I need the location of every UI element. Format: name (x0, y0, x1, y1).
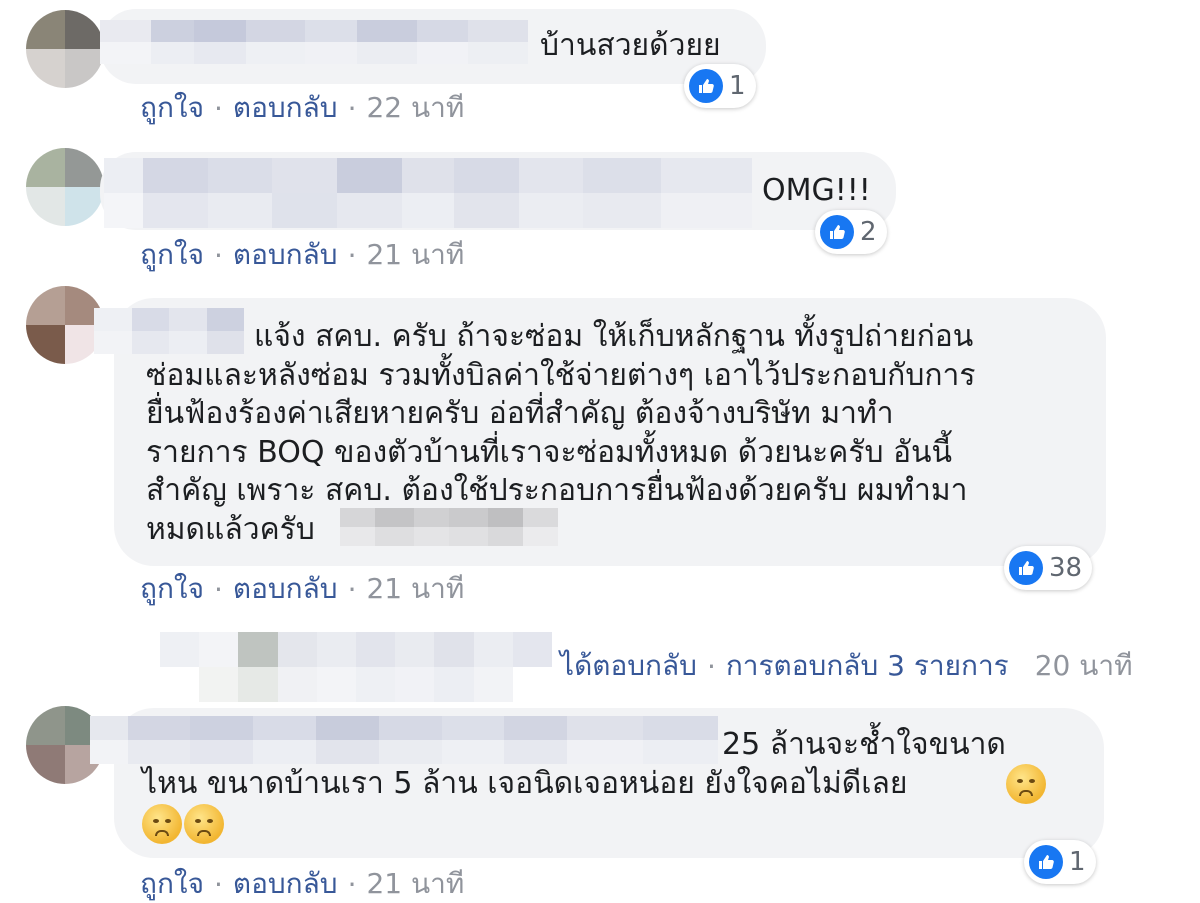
comment-text-line: ยื่นฟ้องร้องค่าเสียหายครับ อ่อที่สำคัญ ต… (146, 396, 894, 431)
worried-face-emoji (1006, 764, 1046, 804)
like-thumb-icon (1029, 845, 1063, 879)
reply-link[interactable]: ตอบกลับ (233, 567, 338, 611)
separator: · (706, 649, 716, 683)
reaction-summary[interactable]: 38 (1004, 546, 1093, 590)
timestamp[interactable]: 21 นาที (366, 233, 464, 277)
worried-face-emoji (142, 804, 182, 844)
comment-text-line: OMG!!! (762, 173, 871, 208)
like-link[interactable]: ถูกใจ (140, 862, 204, 903)
commenter-name[interactable] (104, 158, 752, 228)
like-link[interactable]: ถูกใจ (140, 86, 204, 130)
reaction-count: 2 (860, 217, 877, 247)
comment-actions: ถูกใจ · ตอบกลับ · 22 นาที (140, 86, 464, 130)
separator: · (213, 867, 223, 901)
comment-text-line: 25 ล้านจะช้ำใจขนาด (722, 727, 1006, 762)
reply-avatars[interactable] (160, 632, 552, 702)
reaction-summary[interactable]: 1 (684, 64, 756, 108)
reaction-count: 1 (1069, 847, 1086, 877)
worried-face-emoji (184, 804, 224, 844)
timestamp[interactable]: 22 นาที (366, 86, 464, 130)
avatar[interactable] (26, 10, 104, 88)
comment-text-line: ไหน ขนาดบ้านเรา 5 ล้าน เจอนิดเจอหน่อย ยั… (142, 765, 908, 801)
separator: · (347, 238, 357, 272)
comment-text: แจ้ง สคบ. ครับ ถ้าจะซ่อม ให้เก็บหลักฐาน … (146, 318, 976, 549)
reaction-summary[interactable]: 2 (815, 210, 887, 254)
comment-actions: ถูกใจ · ตอบกลับ · 21 นาที (140, 862, 464, 903)
timestamp: 20 นาที (1034, 649, 1133, 682)
comment-text-line: สำคัญ เพราะ สคบ. ต้องใช้ประกอบการยื่นฟ้อ… (146, 473, 968, 508)
comment-text-line: รายการ BOQ ของตัวบ้านที่เราจะซ่อมทั้งหมด… (146, 434, 953, 470)
reaction-count: 38 (1049, 553, 1083, 583)
reply-link[interactable]: ตอบกลับ (233, 862, 338, 903)
separator: · (213, 238, 223, 272)
commenter-name[interactable] (100, 20, 528, 64)
comment-text-line: ซ่อมและหลังซ่อม รวมทั้งบิลค่าใช้จ่ายต่าง… (146, 357, 976, 393)
comment-text: บ้านสวยด้วยย (540, 27, 721, 66)
view-replies[interactable]: ได้ตอบกลับ · การตอบกลับ 3 รายการ 20 นาที (560, 644, 1133, 688)
reply-link[interactable]: ตอบกลับ (233, 86, 338, 130)
avatar[interactable] (26, 148, 104, 226)
comment-actions: ถูกใจ · ตอบกลับ · 21 นาที (140, 567, 464, 611)
separator: · (347, 572, 357, 606)
timestamp[interactable]: 21 นาที (366, 862, 464, 903)
separator: · (213, 91, 223, 125)
like-link[interactable]: ถูกใจ (140, 567, 204, 611)
timestamp[interactable]: 21 นาที (366, 567, 464, 611)
comment-text-line: บ้านสวยด้วยย (540, 28, 721, 63)
comment-text: 25 ล้านจะช้ำใจขนาด ไหน ขนาดบ้านเรา 5 ล้า… (142, 726, 1006, 803)
comment-actions: ถูกใจ · ตอบกลับ · 21 นาที (140, 233, 464, 277)
comment-text-line: หมดแล้วครับ (146, 511, 315, 547)
reaction-count: 1 (729, 71, 746, 101)
reply-link[interactable]: ตอบกลับ (233, 233, 338, 277)
mentioned-name[interactable] (340, 508, 558, 546)
avatar[interactable] (26, 286, 104, 364)
separator: · (347, 91, 357, 125)
replied-label[interactable]: ได้ตอบกลับ (560, 644, 697, 688)
separator: · (347, 867, 357, 901)
like-thumb-icon (1009, 551, 1043, 585)
like-link[interactable]: ถูกใจ (140, 233, 204, 277)
comment-text: OMG!!! (762, 172, 871, 211)
like-thumb-icon (689, 69, 723, 103)
separator: · (213, 572, 223, 606)
like-thumb-icon (820, 215, 854, 249)
reply-count-link[interactable]: การตอบกลับ 3 รายการ (726, 644, 1009, 688)
comment-text-line: แจ้ง สคบ. ครับ ถ้าจะซ่อม ให้เก็บหลักฐาน … (254, 319, 974, 354)
reaction-summary[interactable]: 1 (1024, 840, 1096, 884)
